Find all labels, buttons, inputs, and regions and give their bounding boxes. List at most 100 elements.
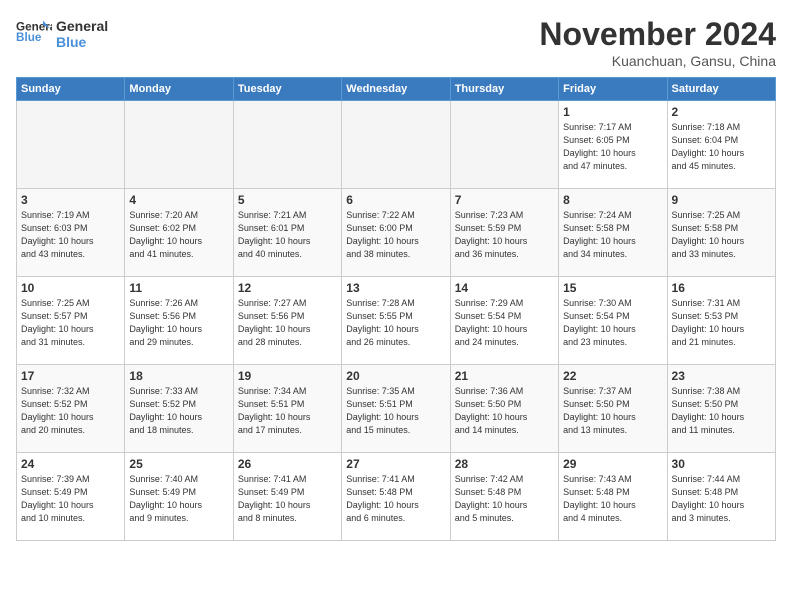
day-info: Sunrise: 7:21 AM Sunset: 6:01 PM Dayligh… [238,209,337,261]
day-number: 18 [129,369,228,383]
day-number: 27 [346,457,445,471]
calendar-cell: 19Sunrise: 7:34 AM Sunset: 5:51 PM Dayli… [233,365,341,453]
calendar-cell: 30 Sunrise: 7:44 AM Sunset: 5:48 PM Dayli… [667,453,775,541]
calendar-cell: 16 Sunrise: 7:31 AM Sunset: 5:53 PM Dayli… [667,277,775,365]
weekday-header-monday: Monday [125,78,233,101]
calendar-cell: 8 Sunrise: 7:24 AM Sunset: 5:58 PM Daylig… [559,189,667,277]
day-number: 23 [672,369,771,383]
day-number: 12 [238,281,337,295]
weekday-header-sunday: Sunday [17,78,125,101]
weekday-header-tuesday: Tuesday [233,78,341,101]
calendar-cell: 27 Sunrise: 7:41 AM Sunset: 5:48 PM Dayli… [342,453,450,541]
calendar-cell [342,101,450,189]
day-info: Sunrise: 7:35 AM Sunset: 5:51 PM Dayligh… [346,385,445,437]
location: Kuanchuan, Gansu, China [539,53,776,69]
calendar-cell: 20 Sunrise: 7:35 AM Sunset: 5:51 PM Dayli… [342,365,450,453]
calendar-cell: 15 Sunrise: 7:30 AM Sunset: 5:54 PM Dayli… [559,277,667,365]
calendar-cell: 13 Sunrise: 7:28 AM Sunset: 5:55 PM Dayli… [342,277,450,365]
day-number: 15 [563,281,662,295]
calendar-cell: 18 Sunrise: 7:33 AM Sunset: 5:52 PM Dayli… [125,365,233,453]
day-info: Sunrise: 7:33 AM Sunset: 5:52 PM Dayligh… [129,385,228,437]
day-number: 7 [455,193,554,207]
day-info: Sunrise: 7:31 AM Sunset: 5:53 PM Dayligh… [672,297,771,349]
logo-icon: General Blue [16,16,52,52]
day-number: 30 [672,457,771,471]
day-info: Sunrise: 7:41 AM Sunset: 5:49 PM Dayligh… [238,473,337,525]
day-number: 19 [238,369,337,383]
day-info: Sunrise: 7:17 AM Sunset: 6:05 PM Dayligh… [563,121,662,173]
day-number: 10 [21,281,120,295]
day-info: Sunrise: 7:29 AM Sunset: 5:54 PM Dayligh… [455,297,554,349]
day-number: 5 [238,193,337,207]
day-info: Sunrise: 7:19 AM Sunset: 6:03 PM Dayligh… [21,209,120,261]
calendar-cell: 4Sunrise: 7:20 AM Sunset: 6:02 PM Daylig… [125,189,233,277]
calendar-cell: 25 Sunrise: 7:40 AM Sunset: 5:49 PM Dayli… [125,453,233,541]
day-number: 8 [563,193,662,207]
calendar-cell: 23 Sunrise: 7:38 AM Sunset: 5:50 PM Dayli… [667,365,775,453]
calendar-cell: 26 Sunrise: 7:41 AM Sunset: 5:49 PM Dayli… [233,453,341,541]
day-number: 16 [672,281,771,295]
day-number: 9 [672,193,771,207]
day-info: Sunrise: 7:42 AM Sunset: 5:48 PM Dayligh… [455,473,554,525]
calendar-cell: 7 Sunrise: 7:23 AM Sunset: 5:59 PM Daylig… [450,189,558,277]
day-info: Sunrise: 7:44 AM Sunset: 5:48 PM Dayligh… [672,473,771,525]
day-info: Sunrise: 7:26 AM Sunset: 5:56 PM Dayligh… [129,297,228,349]
day-info: Sunrise: 7:23 AM Sunset: 5:59 PM Dayligh… [455,209,554,261]
day-number: 6 [346,193,445,207]
weekday-header-friday: Friday [559,78,667,101]
calendar-cell: 5 Sunrise: 7:21 AM Sunset: 6:01 PM Daylig… [233,189,341,277]
day-number: 22 [563,369,662,383]
day-info: Sunrise: 7:36 AM Sunset: 5:50 PM Dayligh… [455,385,554,437]
day-number: 14 [455,281,554,295]
calendar-cell: 2 Sunrise: 7:18 AM Sunset: 6:04 PM Daylig… [667,101,775,189]
calendar: SundayMondayTuesdayWednesdayThursdayFrid… [16,77,776,541]
calendar-cell: 29 Sunrise: 7:43 AM Sunset: 5:48 PM Dayli… [559,453,667,541]
weekday-header-thursday: Thursday [450,78,558,101]
calendar-cell: 6 Sunrise: 7:22 AM Sunset: 6:00 PM Daylig… [342,189,450,277]
calendar-cell: 11 Sunrise: 7:26 AM Sunset: 5:56 PM Dayli… [125,277,233,365]
calendar-cell: 14 Sunrise: 7:29 AM Sunset: 5:54 PM Dayli… [450,277,558,365]
title-area: November 2024 Kuanchuan, Gansu, China [539,16,776,69]
day-info: Sunrise: 7:28 AM Sunset: 5:55 PM Dayligh… [346,297,445,349]
day-number: 20 [346,369,445,383]
calendar-cell [450,101,558,189]
day-number: 29 [563,457,662,471]
day-number: 26 [238,457,337,471]
calendar-cell [17,101,125,189]
calendar-cell: 9 Sunrise: 7:25 AM Sunset: 5:58 PM Daylig… [667,189,775,277]
calendar-cell: 1 Sunrise: 7:17 AM Sunset: 6:05 PM Daylig… [559,101,667,189]
day-info: Sunrise: 7:22 AM Sunset: 6:00 PM Dayligh… [346,209,445,261]
calendar-cell: 10 Sunrise: 7:25 AM Sunset: 5:57 PM Dayli… [17,277,125,365]
day-info: Sunrise: 7:25 AM Sunset: 5:57 PM Dayligh… [21,297,120,349]
logo: General Blue General Blue [16,16,108,52]
day-number: 13 [346,281,445,295]
day-info: Sunrise: 7:37 AM Sunset: 5:50 PM Dayligh… [563,385,662,437]
calendar-cell: 24Sunrise: 7:39 AM Sunset: 5:49 PM Dayli… [17,453,125,541]
day-number: 3 [21,193,120,207]
day-info: Sunrise: 7:32 AM Sunset: 5:52 PM Dayligh… [21,385,120,437]
svg-text:Blue: Blue [16,31,42,44]
weekday-header-saturday: Saturday [667,78,775,101]
day-info: Sunrise: 7:43 AM Sunset: 5:48 PM Dayligh… [563,473,662,525]
day-info: Sunrise: 7:24 AM Sunset: 5:58 PM Dayligh… [563,209,662,261]
calendar-cell: 28 Sunrise: 7:42 AM Sunset: 5:48 PM Dayli… [450,453,558,541]
day-info: Sunrise: 7:18 AM Sunset: 6:04 PM Dayligh… [672,121,771,173]
day-info: Sunrise: 7:40 AM Sunset: 5:49 PM Dayligh… [129,473,228,525]
calendar-cell: 3 Sunrise: 7:19 AM Sunset: 6:03 PM Daylig… [17,189,125,277]
day-number: 25 [129,457,228,471]
day-info: Sunrise: 7:25 AM Sunset: 5:58 PM Dayligh… [672,209,771,261]
day-info: Sunrise: 7:38 AM Sunset: 5:50 PM Dayligh… [672,385,771,437]
weekday-header-wednesday: Wednesday [342,78,450,101]
day-number: 28 [455,457,554,471]
day-number: 24 [21,457,120,471]
month-title: November 2024 [539,16,776,53]
day-number: 17 [21,369,120,383]
day-number: 2 [672,105,771,119]
calendar-cell [233,101,341,189]
day-info: Sunrise: 7:30 AM Sunset: 5:54 PM Dayligh… [563,297,662,349]
day-number: 11 [129,281,228,295]
day-number: 1 [563,105,662,119]
day-info: Sunrise: 7:41 AM Sunset: 5:48 PM Dayligh… [346,473,445,525]
calendar-cell: 21Sunrise: 7:36 AM Sunset: 5:50 PM Dayli… [450,365,558,453]
day-info: Sunrise: 7:20 AM Sunset: 6:02 PM Dayligh… [129,209,228,261]
